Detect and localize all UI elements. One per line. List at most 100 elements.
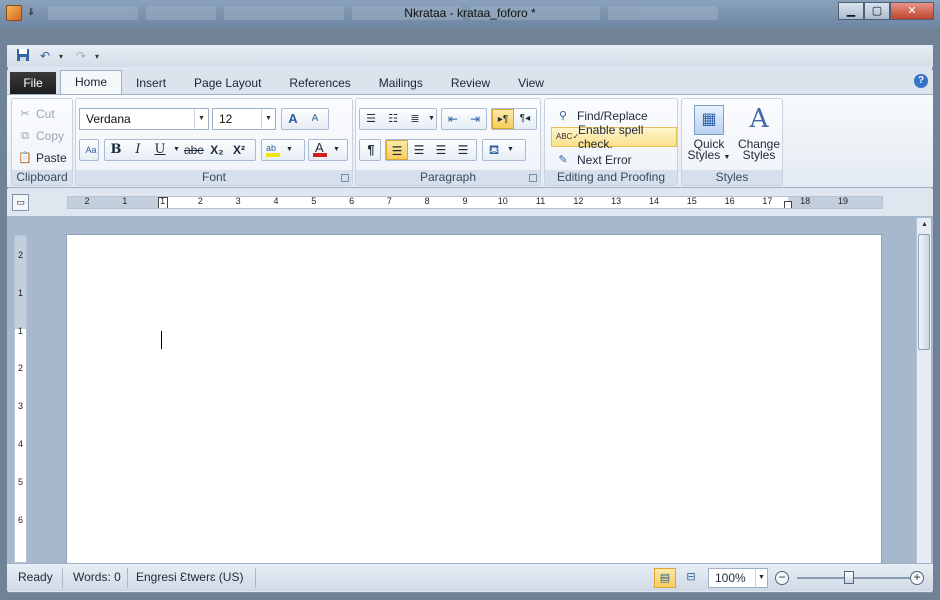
tab-insert[interactable]: Insert — [122, 72, 180, 94]
tab-page-layout[interactable]: Page Layout — [180, 72, 275, 94]
tab-view[interactable]: View — [504, 72, 558, 94]
tab-file[interactable]: File — [10, 72, 56, 94]
help-icon[interactable]: ? — [914, 74, 928, 88]
chevron-down-icon[interactable]: ▼ — [261, 109, 275, 129]
vertical-scrollbar[interactable]: ▲ — [916, 218, 931, 563]
paragraph-group-label: Paragraph — [356, 170, 540, 185]
styles-group: ▦ Quick Styles ▼ A Change Styles Styles — [681, 98, 783, 186]
clear-formatting-icon[interactable]: Aa — [80, 140, 102, 160]
font-group-label: Font — [76, 170, 352, 185]
zoom-slider-track[interactable] — [797, 577, 917, 579]
ruler-toggle-icon[interactable]: ▭ — [12, 194, 29, 211]
quick-styles-button[interactable]: ▦ Quick Styles ▼ — [686, 105, 732, 163]
change-styles-label-2: Styles — [742, 148, 776, 162]
web-layout-icon[interactable]: ⊟ — [680, 568, 702, 588]
redo-icon[interactable]: ↷ — [73, 48, 89, 64]
align-left-icon[interactable]: ☰ — [386, 140, 408, 160]
ruler-number: 3 — [17, 401, 23, 412]
font-group: Verdana ▼ 12 ▼ A A Aa B I U ▼ abe X₂ X² … — [75, 98, 353, 186]
font-dialog-launcher-icon[interactable] — [341, 174, 349, 182]
increase-indent-icon[interactable]: ⇥ — [464, 109, 486, 129]
save-icon[interactable] — [15, 48, 31, 64]
horizontal-ruler[interactable]: 2 1 1 2 3 4 5 6 7 8 9 10 11 12 13 14 15 16 17 18 19 — [67, 196, 883, 209]
ltr-icon[interactable]: ▸¶ — [492, 109, 514, 129]
paragraph-group: ☰ ☷ ≣ ▼ ⇤ ⇥ ▸¶ ¶◂ ¶ ☰ ☰ ☰ ☰ ⛾ ▼ Paragrap… — [355, 98, 541, 186]
font-size-combo[interactable]: 12 ▼ — [212, 108, 276, 130]
italic-button[interactable]: I — [127, 140, 149, 160]
language-indicator[interactable]: Engresi Ɛtwerɛ (US) — [136, 570, 243, 584]
document-page[interactable] — [66, 234, 882, 569]
list-dropdown-icon[interactable]: ▼ — [426, 109, 436, 129]
font-color-icon[interactable]: A — [309, 140, 331, 160]
maximize-button[interactable]: ▢ — [864, 2, 890, 20]
minimize-button[interactable]: ▁ — [838, 2, 864, 20]
next-error-button[interactable]: ✎ Next Error — [551, 150, 636, 170]
shading-dropdown-icon[interactable]: ▼ — [505, 140, 516, 160]
vertical-ruler[interactable]: 2 1 1 2 3 4 5 6 — [14, 235, 27, 563]
customize-qat-icon[interactable]: ▾ — [95, 52, 103, 61]
paste-button[interactable]: 📋 Paste — [18, 149, 67, 167]
close-button[interactable]: ✕ — [890, 2, 934, 20]
font-name-value: Verdana — [86, 112, 131, 126]
next-error-icon: ✎ — [558, 154, 568, 166]
scroll-up-icon[interactable]: ▲ — [917, 218, 932, 232]
multilevel-list-icon[interactable]: ≣ — [404, 109, 426, 129]
scroll-thumb[interactable] — [918, 234, 930, 350]
align-center-icon[interactable]: ☰ — [408, 140, 430, 160]
shrink-font-button[interactable]: A — [304, 109, 326, 129]
chevron-down-icon[interactable]: ▼ — [194, 109, 208, 129]
change-styles-button[interactable]: A Change Styles — [736, 105, 782, 161]
font-color-dropdown-icon[interactable]: ▼ — [331, 140, 342, 160]
text-cursor — [161, 331, 162, 349]
chevron-down-icon: ▼ — [723, 154, 731, 161]
print-layout-icon[interactable]: ▤ — [654, 568, 676, 588]
font-name-combo[interactable]: Verdana ▼ — [79, 108, 209, 130]
ruler-number: 6 — [17, 514, 23, 525]
styles-group-label: Styles — [682, 170, 782, 185]
status-divider — [62, 568, 63, 588]
ruler-number: 15 — [686, 196, 697, 206]
spell-check-button[interactable]: ABC✓ Enable spell check. — [551, 123, 677, 151]
highlight-buttons: ab ▼ — [261, 139, 305, 161]
tab-review[interactable]: Review — [437, 72, 504, 94]
zoom-slider-thumb[interactable] — [844, 571, 854, 584]
rtl-icon[interactable]: ¶◂ — [514, 109, 536, 129]
tab-home[interactable]: Home — [60, 70, 123, 94]
ruler-number: 7 — [386, 196, 392, 206]
align-right-icon[interactable]: ☰ — [430, 140, 452, 160]
tab-mailings[interactable]: Mailings — [365, 72, 437, 94]
right-indent-marker[interactable] — [784, 201, 792, 208]
justify-icon[interactable]: ☰ — [452, 140, 474, 160]
paragraph-dialog-launcher-icon[interactable] — [529, 174, 537, 182]
highlighter-icon[interactable]: ab — [262, 140, 284, 160]
cut-button[interactable]: ✂ Cut — [18, 105, 54, 123]
undo-icon[interactable]: ↶ — [37, 48, 53, 64]
zoom-out-button[interactable]: − — [775, 571, 789, 585]
zoom-in-button[interactable]: + — [910, 571, 924, 585]
spell-check-label: Enable spell check. — [578, 123, 644, 151]
subscript-button[interactable]: X₂ — [206, 140, 228, 160]
tab-references[interactable]: References — [275, 72, 364, 94]
numbering-icon[interactable]: ☷ — [382, 109, 404, 129]
copy-button[interactable]: ⧉ Copy — [18, 127, 64, 145]
superscript-button[interactable]: X² — [228, 140, 250, 160]
show-formatting-button[interactable]: ¶ — [360, 140, 382, 160]
underline-dropdown-icon[interactable]: ▼ — [171, 140, 182, 160]
grow-font-button[interactable]: A — [282, 109, 304, 129]
ruler-number: 1 — [17, 325, 23, 336]
zoom-combo[interactable]: 100% ▼ — [708, 568, 768, 588]
decrease-indent-icon[interactable]: ⇤ — [442, 109, 464, 129]
ruler-number: 14 — [648, 196, 659, 206]
highlight-dropdown-icon[interactable]: ▼ — [284, 140, 295, 160]
underline-button[interactable]: U — [149, 140, 171, 160]
bullets-icon[interactable]: ☰ — [360, 109, 382, 129]
paint-bucket-icon[interactable]: ⛾ — [483, 140, 505, 160]
word-count[interactable]: Words: 0 — [73, 570, 121, 584]
strikethrough-button[interactable]: abe — [182, 140, 206, 160]
undo-dropdown-icon[interactable]: ▾ — [59, 52, 67, 61]
chevron-down-icon[interactable]: ▼ — [755, 569, 767, 587]
clipboard-group-label: Clipboard — [12, 170, 72, 185]
font-size-buttons: A A — [281, 108, 329, 130]
bold-button[interactable]: B — [105, 140, 127, 160]
ruler-number: 4 — [17, 439, 23, 449]
